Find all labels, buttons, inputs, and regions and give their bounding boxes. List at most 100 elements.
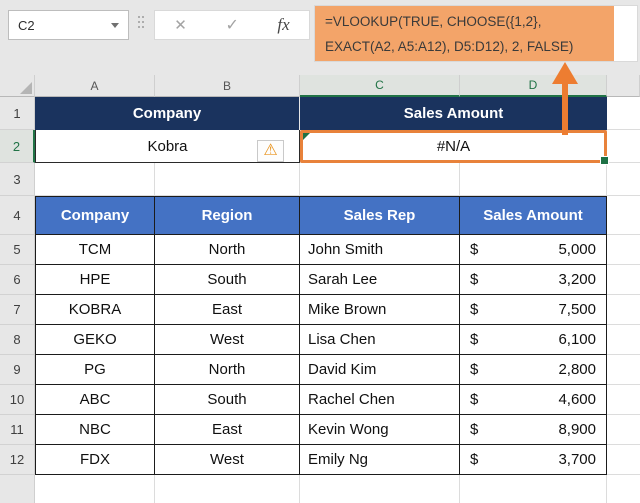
error-checking-button[interactable]: ⚠ [257, 140, 284, 162]
cell-company[interactable]: ABC [35, 385, 155, 415]
column-header-a[interactable]: A [35, 75, 155, 97]
cell-company[interactable]: PG [35, 355, 155, 385]
cell-sales-amount[interactable]: $7,500 [460, 295, 607, 325]
table-header-region[interactable]: Region [155, 196, 300, 235]
cell-sales-rep[interactable]: Kevin Wong [300, 415, 460, 445]
cell-region[interactable]: West [155, 325, 300, 355]
fill-handle[interactable] [600, 156, 609, 165]
cell-sales-rep[interactable]: John Smith [300, 235, 460, 265]
insert-function-icon[interactable]: fx [277, 15, 289, 35]
table-header-company[interactable]: Company [35, 196, 155, 235]
cell-region[interactable]: North [155, 235, 300, 265]
column-header-e[interactable] [607, 75, 640, 97]
cell-a3[interactable] [35, 163, 155, 196]
row-header-10[interactable]: 10 [0, 385, 35, 415]
result-value: #N/A [436, 138, 471, 155]
cell-company[interactable]: NBC [35, 415, 155, 445]
cell-company[interactable]: FDX [35, 445, 155, 475]
cell-sales-amount[interactable]: $8,900 [460, 415, 607, 445]
error-indicator-triangle [303, 133, 310, 140]
cell-region[interactable]: South [155, 265, 300, 295]
chevron-down-icon[interactable] [111, 22, 119, 28]
cell-c13[interactable] [300, 475, 460, 503]
cell-sales-rep[interactable]: Sarah Lee [300, 265, 460, 295]
cell-e13[interactable] [607, 475, 640, 503]
row-header-3[interactable]: 3 [0, 163, 35, 196]
cell-sales-amount[interactable]: $5,000 [460, 235, 607, 265]
row-header-strip: 1 2 3 4 5 6 7 8 9 10 11 12 [0, 97, 35, 503]
cell-e5[interactable] [607, 235, 640, 265]
formula-bar[interactable]: =VLOOKUP(TRUE, CHOOSE({1,2}, EXACT(A2, A… [314, 5, 638, 62]
row-header-9[interactable]: 9 [0, 355, 35, 385]
cell-region[interactable]: East [155, 295, 300, 325]
cell-region[interactable]: North [155, 355, 300, 385]
cell-d13[interactable] [460, 475, 607, 503]
row-header-7[interactable]: 7 [0, 295, 35, 325]
row-header-5[interactable]: 5 [0, 235, 35, 265]
cell-sales-amount[interactable]: $4,600 [460, 385, 607, 415]
amount-value: 7,500 [558, 301, 596, 318]
row-4: Company Region Sales Rep Sales Amount [35, 196, 640, 235]
spreadsheet-grid: A B C D 1 2 3 4 5 6 7 8 9 10 11 12 Company Sales Am… [0, 75, 640, 503]
cell-sales-rep[interactable]: Lisa Chen [300, 325, 460, 355]
cell-a1-company-header[interactable]: Company [35, 97, 300, 130]
cell-sales-amount[interactable]: $3,200 [460, 265, 607, 295]
cell-sales-amount[interactable]: $6,100 [460, 325, 607, 355]
table-row-8: GEKO West Lisa Chen $6,100 [35, 325, 640, 355]
row-header-8[interactable]: 8 [0, 325, 35, 355]
row-header-1[interactable]: 1 [0, 97, 35, 130]
cell-c3[interactable] [300, 163, 460, 196]
cell-e11[interactable] [607, 415, 640, 445]
cell-e6[interactable] [607, 265, 640, 295]
cell-b13[interactable] [155, 475, 300, 503]
cell-e7[interactable] [607, 295, 640, 325]
cancel-icon[interactable]: ✕ [174, 16, 187, 34]
row-1: Company Sales Amount [35, 97, 640, 130]
name-box[interactable]: C2 [8, 10, 129, 40]
row-2: Kobra #N/A [35, 130, 640, 165]
formula-line-2: EXACT(A2, A5:A12), D5:D12), 2, FALSE) [325, 39, 574, 54]
row-header-11[interactable]: 11 [0, 415, 35, 445]
row-header-6[interactable]: 6 [0, 265, 35, 295]
amount-value: 4,600 [558, 391, 596, 408]
formula-bar-grip[interactable] [138, 16, 146, 31]
cell-sales-amount[interactable]: $3,700 [460, 445, 607, 475]
select-all-corner[interactable] [0, 75, 35, 97]
cell-e1[interactable] [607, 97, 640, 130]
cell-a13[interactable] [35, 475, 155, 503]
cell-e3[interactable] [607, 163, 640, 196]
currency-symbol: $ [470, 451, 479, 468]
cell-region[interactable]: East [155, 415, 300, 445]
row-header-12[interactable]: 12 [0, 445, 35, 475]
cell-e9[interactable] [607, 355, 640, 385]
column-header-b[interactable]: B [155, 75, 300, 97]
cell-e4[interactable] [607, 196, 640, 235]
cell-company[interactable]: KOBRA [35, 295, 155, 325]
column-header-c[interactable]: C [300, 75, 460, 97]
enter-icon[interactable]: ✓ [225, 15, 238, 35]
cell-e8[interactable] [607, 325, 640, 355]
cell-e10[interactable] [607, 385, 640, 415]
table-header-sales-amount[interactable]: Sales Amount [460, 196, 607, 235]
cell-sales-rep[interactable]: Rachel Chen [300, 385, 460, 415]
row-header-13-partial[interactable] [0, 475, 35, 503]
cell-e12[interactable] [607, 445, 640, 475]
cell-sales-rep[interactable]: Mike Brown [300, 295, 460, 325]
currency-symbol: $ [470, 271, 479, 288]
column-header-d[interactable]: D [460, 75, 607, 97]
cell-sales-rep[interactable]: Emily Ng [300, 445, 460, 475]
cell-b3[interactable] [155, 163, 300, 196]
cell-region[interactable]: South [155, 385, 300, 415]
cell-region[interactable]: West [155, 445, 300, 475]
table-header-sales-rep[interactable]: Sales Rep [300, 196, 460, 235]
column-header-row: A B C D [0, 75, 640, 97]
cell-sales-rep[interactable]: David Kim [300, 355, 460, 385]
row-header-2[interactable]: 2 [0, 130, 35, 163]
cell-company[interactable]: GEKO [35, 325, 155, 355]
cell-company[interactable]: HPE [35, 265, 155, 295]
cell-e2[interactable] [607, 130, 640, 163]
cell-company[interactable]: TCM [35, 235, 155, 265]
cell-sales-amount[interactable]: $2,800 [460, 355, 607, 385]
cell-d3[interactable] [460, 163, 607, 196]
row-header-4[interactable]: 4 [0, 196, 35, 235]
